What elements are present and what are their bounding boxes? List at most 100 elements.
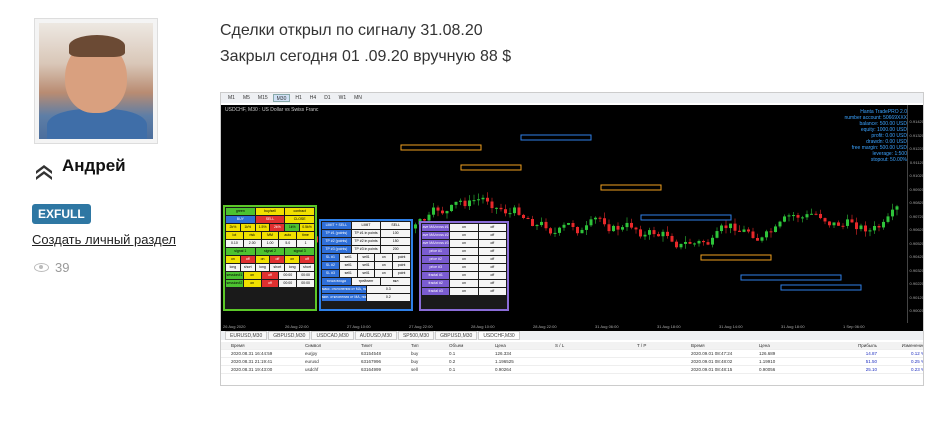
panel-button[interactable]: off: [478, 264, 506, 271]
panel-button[interactable]: 1k%: [285, 224, 300, 231]
panel-button[interactable]: SL #3: [322, 270, 339, 277]
timeframe-w1[interactable]: W1: [336, 94, 350, 102]
panel-button[interactable]: ave MA/cross #1: [422, 224, 450, 231]
panel-button[interactable]: price #3: [422, 264, 450, 271]
timeframe-d1[interactable]: D1: [321, 94, 333, 102]
panel-button[interactable]: price #1: [422, 248, 450, 255]
panel-button[interactable]: off: [478, 280, 506, 287]
author-avatar[interactable]: [34, 18, 158, 144]
panel-button[interactable]: signal 3: [285, 248, 315, 255]
panel-button[interactable]: TP #3 (points): [322, 246, 351, 253]
panel-button[interactable]: SL #2: [322, 262, 339, 269]
timeframe-h1[interactable]: H1: [292, 94, 304, 102]
timeframe-mn[interactable]: MN: [351, 94, 365, 102]
panel-button[interactable]: sell1: [339, 262, 357, 269]
symbol-tab[interactable]: AUDUSD,M30: [354, 331, 397, 340]
table-row[interactable]: 2020.08.31 19:43:00 usdchf 63164999 sell 0.1…: [221, 366, 923, 374]
panel-button[interactable]: on: [243, 272, 261, 279]
panel-button[interactable]: TP #1 in points: [351, 230, 381, 237]
panel-button[interactable]: short: [300, 264, 314, 271]
panel-button[interactable]: fractal #2: [422, 280, 450, 287]
panel-button[interactable]: мин. отклонения от МА, пип: [322, 294, 366, 301]
panel-button[interactable]: on: [450, 280, 478, 287]
panel-button[interactable]: point: [393, 270, 410, 277]
panel-button[interactable]: long: [285, 264, 300, 271]
panel-button[interactable]: 1.00: [261, 240, 279, 247]
panel-button[interactable]: buy/sell: [255, 208, 285, 215]
create-section-link[interactable]: Создать личный раздел: [32, 232, 176, 247]
panel-button[interactable]: точка входа: [322, 278, 351, 285]
panel-button[interactable]: 1: [297, 240, 314, 247]
panel-button[interactable]: SL #1: [322, 254, 339, 261]
panel-button[interactable]: off: [240, 256, 255, 263]
panel-button[interactable]: off: [478, 224, 506, 231]
panel-button[interactable]: fractal #3: [422, 288, 450, 295]
panel-button[interactable]: contract: [285, 208, 315, 215]
panel-button[interactable]: sell1: [339, 270, 357, 277]
panel-button[interactable]: 00:00: [297, 280, 314, 287]
panel-button[interactable]: on: [375, 254, 393, 261]
panel-button[interactable]: green: [226, 208, 255, 215]
panel-button[interactable]: 150: [381, 238, 411, 245]
panel-button[interactable]: short: [240, 264, 255, 271]
table-row[interactable]: 2020.08.31 21:19:41 eurusd 63167996 buy 0.2 1…: [221, 358, 923, 366]
panel-button[interactable]: on: [255, 256, 270, 263]
panel-button[interactable]: fractal #1: [422, 272, 450, 279]
panel-button[interactable]: on: [450, 264, 478, 271]
symbol-tab[interactable]: GBPUSD,M30: [435, 331, 478, 340]
panel-button[interactable]: risk: [243, 232, 261, 239]
panel-button[interactable]: on: [450, 232, 478, 239]
panel-button[interactable]: SELL: [255, 216, 285, 223]
panel-button[interactable]: вкл: [381, 278, 411, 285]
panel-button[interactable]: ave MA/cross #3: [422, 240, 450, 247]
panel-button[interactable]: 100: [381, 230, 411, 237]
symbol-tab[interactable]: EURUSD,M30: [225, 331, 268, 340]
panel-button[interactable]: off: [478, 272, 506, 279]
panel-button[interactable]: session#1: [226, 272, 243, 279]
panel-button[interactable]: CLOSE: [285, 216, 315, 223]
panel-button[interactable]: off: [478, 232, 506, 239]
panel-button[interactable]: макс. отклонения от МА, пип: [322, 286, 366, 293]
panel-button[interactable]: 1.5%: [255, 224, 270, 231]
panel-button[interactable]: on: [450, 288, 478, 295]
symbol-tab[interactable]: USDCAD,M30: [311, 331, 354, 340]
panel-button[interactable]: трейлинг: [351, 278, 381, 285]
panel-button[interactable]: 00:00: [297, 272, 314, 279]
panel-button[interactable]: TP #2 in points: [351, 238, 381, 245]
panel-button[interactable]: 2.00: [243, 240, 261, 247]
symbol-tab[interactable]: SP500,M30: [397, 331, 435, 340]
symbol-tab[interactable]: GBPUSD,M30: [268, 331, 311, 340]
panel-button[interactable]: SELL: [381, 222, 411, 229]
panel-button[interactable]: TP #3 in points: [351, 246, 381, 253]
panel-button[interactable]: on: [243, 280, 261, 287]
panel-button[interactable]: off: [478, 288, 506, 295]
panel-button[interactable]: on: [226, 256, 240, 263]
panel-button[interactable]: BUY: [226, 216, 255, 223]
panel-button[interactable]: TP #2 (points): [322, 238, 351, 245]
panel-button[interactable]: short: [270, 264, 285, 271]
panel-button[interactable]: 00:00: [279, 280, 297, 287]
panel-button[interactable]: sell1: [339, 254, 357, 261]
timeframe-h4[interactable]: H4: [307, 94, 319, 102]
panel-button[interactable]: 1k%: [240, 224, 255, 231]
timeframe-m15[interactable]: M15: [255, 94, 271, 102]
panel-button[interactable]: on: [450, 224, 478, 231]
panel-button[interactable]: off: [478, 256, 506, 263]
panel-button[interactable]: LIMIT + SELL: [322, 222, 351, 229]
panel-button[interactable]: point: [393, 262, 410, 269]
panel-button[interactable]: ave MA/cross #2: [422, 232, 450, 239]
panel-button[interactable]: signal 2: [255, 248, 285, 255]
panel-button[interactable]: lot: [226, 232, 243, 239]
panel-button[interactable]: session#2: [226, 280, 243, 287]
panel-button[interactable]: 5.0: [279, 240, 297, 247]
panel-button[interactable]: on: [450, 256, 478, 263]
panel-button[interactable]: long: [255, 264, 270, 271]
panel-button[interactable]: on: [450, 272, 478, 279]
panel-button[interactable]: 00:00: [279, 272, 297, 279]
panel-button[interactable]: on: [450, 248, 478, 255]
timeframe-m1[interactable]: M1: [225, 94, 238, 102]
timeframe-m30[interactable]: M30: [272, 94, 291, 102]
panel-button[interactable]: off: [261, 272, 279, 279]
panel-button[interactable]: off: [300, 256, 314, 263]
panel-button[interactable]: sell1: [357, 254, 375, 261]
